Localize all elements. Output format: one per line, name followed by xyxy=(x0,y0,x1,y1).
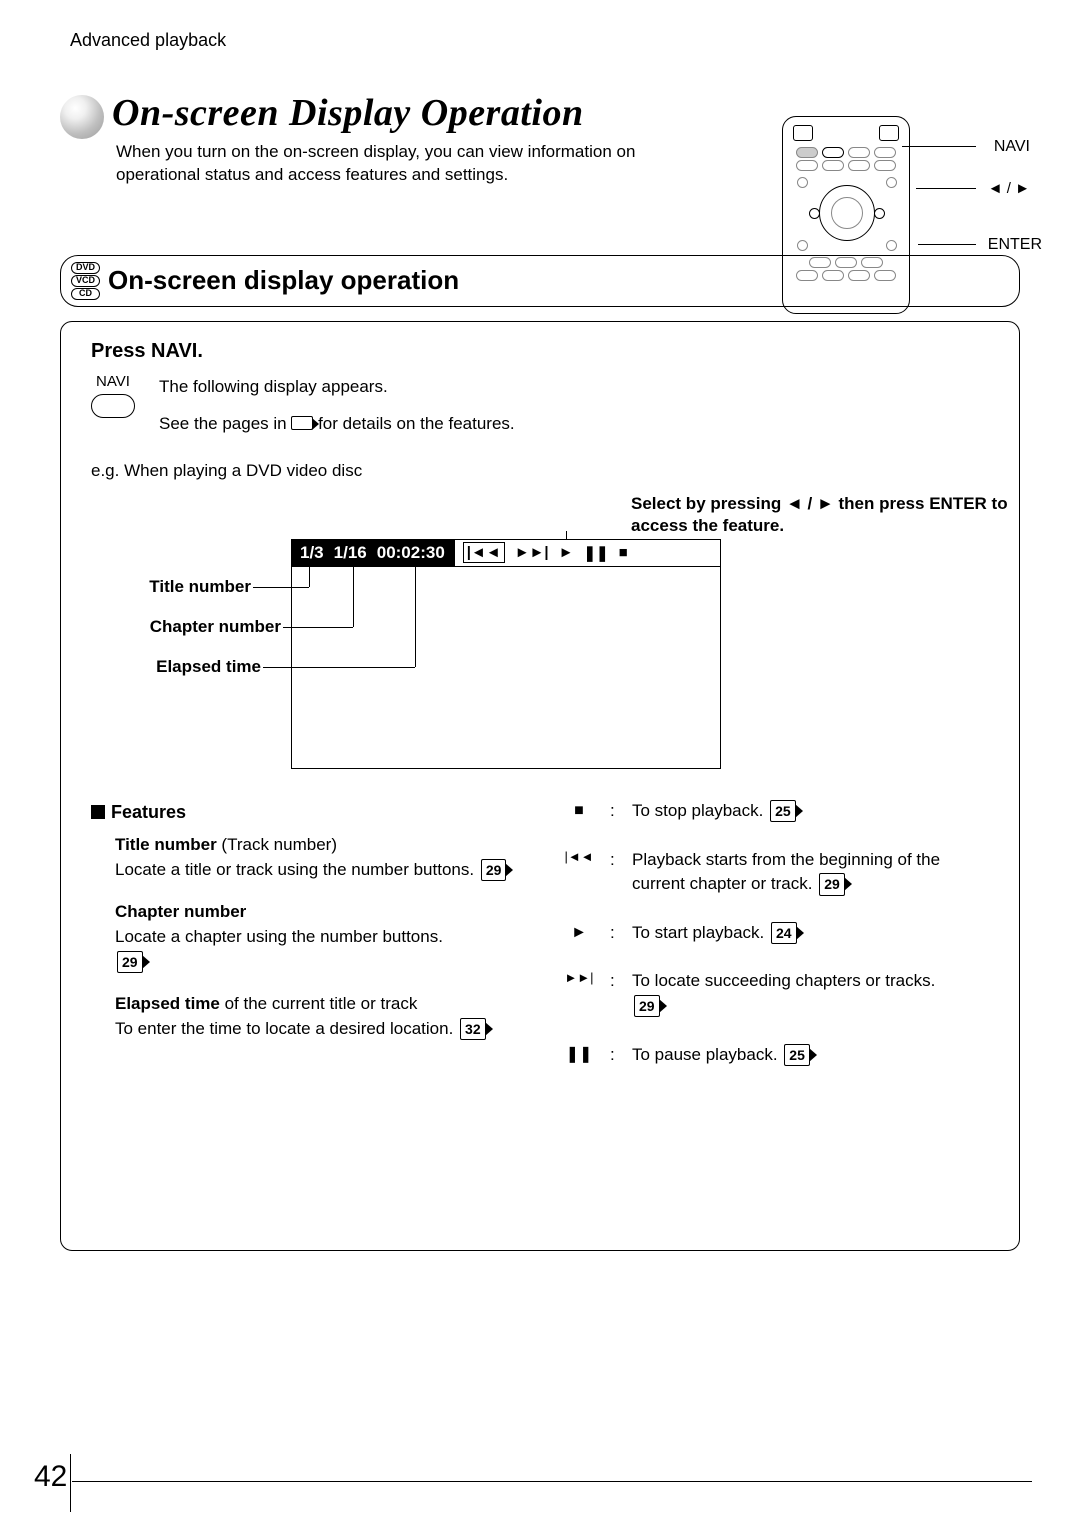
step-line-1: The following display appears. xyxy=(159,373,515,400)
feature-suffix-0: (Track number) xyxy=(217,835,337,854)
example-label: e.g. When playing a DVD video disc xyxy=(91,461,997,481)
footer-rule-vertical xyxy=(70,1454,71,1512)
osd-title-number: 1/3 xyxy=(300,543,324,563)
page-ref-24: 24 xyxy=(771,922,797,944)
callout-elapsed-time: Elapsed time xyxy=(91,657,261,677)
features-heading-text: Features xyxy=(111,799,186,825)
remote-label-arrows: ◄ / ► xyxy=(988,180,1030,197)
page-ref-32: 32 xyxy=(460,1018,486,1040)
feature-stop-body: To stop playback. xyxy=(632,801,763,820)
feature-chapter-number: Chapter number Locate a chapter using th… xyxy=(115,900,524,974)
pause-icon: ❚❚ xyxy=(564,1043,594,1066)
feature-next: ►►| : To locate succeeding chapters or t… xyxy=(564,969,997,1018)
feature-next-body: To locate succeeding chapters or tracks. xyxy=(632,971,935,990)
feature-pause-body: To pause playback. xyxy=(632,1045,778,1064)
step-heading: Press NAVI. xyxy=(91,340,997,363)
osd-chapter-number: 1/16 xyxy=(334,543,367,563)
badge-vcd: VCD xyxy=(71,275,100,287)
feature-prev: |◄◄ : Playback starts from the beginning… xyxy=(564,848,997,897)
next-icon: ►►| xyxy=(564,969,594,988)
intro-text: When you turn on the on-screen display, … xyxy=(116,141,676,187)
feature-prev-body: Playback starts from the beginning of th… xyxy=(632,850,940,894)
page-number: 42 xyxy=(34,1460,67,1494)
footer-rule xyxy=(72,1481,1032,1482)
feature-title-1: Chapter number xyxy=(115,902,246,921)
play-icon: ► xyxy=(564,921,594,944)
step-box: Press NAVI. NAVI The following display a… xyxy=(60,321,1020,1251)
page-ref-29b: 29 xyxy=(117,951,143,973)
page-ref-25a: 25 xyxy=(770,800,796,822)
page-ref-25b: 25 xyxy=(784,1044,810,1066)
navi-button-graphic: NAVI xyxy=(91,373,135,418)
navi-button-label: NAVI xyxy=(96,373,130,390)
features-heading: Features xyxy=(91,799,524,825)
page-ref-29a: 29 xyxy=(481,859,507,881)
osd-next-icon: ►►| xyxy=(515,544,549,561)
feature-title-0: Title number xyxy=(115,835,217,854)
step-line-2b: for details on the features. xyxy=(318,414,515,433)
osd-prev-icon: |◄◄ xyxy=(463,542,505,563)
feature-play-body: To start playback. xyxy=(632,923,764,942)
page-ref-icon xyxy=(291,416,313,430)
callout-title-number: Title number xyxy=(91,577,251,597)
section-title: On-screen display operation xyxy=(108,265,459,296)
badge-dvd: DVD xyxy=(71,262,100,274)
badge-cd: CD xyxy=(71,288,100,300)
step-line-2a: See the pages in xyxy=(159,414,291,433)
osd-pause-icon: ❚❚ xyxy=(583,544,608,562)
feature-body-1: Locate a chapter using the number button… xyxy=(115,927,443,946)
prev-icon: |◄◄ xyxy=(564,848,594,867)
breadcrumb: Advanced playback xyxy=(70,30,1020,51)
feature-pause: ❚❚ : To pause playback. 25 xyxy=(564,1043,997,1068)
step-text: The following display appears. See the p… xyxy=(159,373,515,437)
select-note: Select by pressing ◄ / ► then press ENTE… xyxy=(631,493,1011,537)
feature-suffix-2: of the current title or track xyxy=(220,994,417,1013)
feature-stop: ■ : To stop playback. 25 xyxy=(564,799,997,824)
osd-stop-icon: ■ xyxy=(619,544,628,561)
feature-title-number: Title number (Track number) Locate a tit… xyxy=(115,833,524,882)
features-section: Features Title number (Track number) Loc… xyxy=(91,799,997,1091)
callout-chapter-number: Chapter number xyxy=(91,617,281,637)
feature-play: ► : To start playback. 24 xyxy=(564,921,997,946)
feature-elapsed-time: Elapsed time of the current title or tra… xyxy=(115,992,524,1041)
feature-body-0: Locate a title or track using the number… xyxy=(115,860,474,879)
osd-diagram: Select by pressing ◄ / ► then press ENTE… xyxy=(91,499,997,779)
remote-label-enter: ENTER xyxy=(988,236,1042,254)
page-ref-29d: 29 xyxy=(634,995,660,1017)
decorative-sphere xyxy=(60,95,104,139)
osd-elapsed-time: 00:02:30 xyxy=(377,543,445,563)
square-bullet-icon xyxy=(91,805,105,819)
disc-badges: DVD VCD CD xyxy=(71,262,100,300)
stop-icon: ■ xyxy=(564,799,594,822)
remote-diagram xyxy=(782,116,910,314)
page-ref-29c: 29 xyxy=(819,873,845,895)
feature-title-2: Elapsed time xyxy=(115,994,220,1013)
feature-body-2: To enter the time to locate a desired lo… xyxy=(115,1019,453,1038)
osd-play-icon: ► xyxy=(559,544,574,561)
remote-label-navi: NAVI xyxy=(994,138,1030,156)
